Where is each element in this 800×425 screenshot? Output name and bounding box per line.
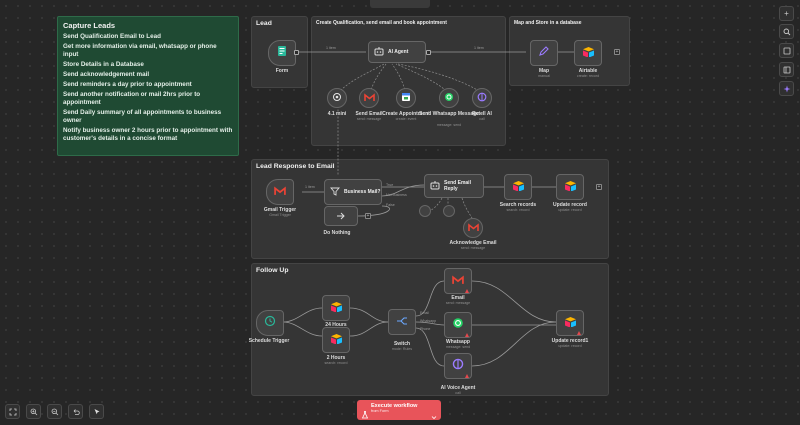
gmail-icon: [452, 272, 464, 290]
retell-icon: [477, 89, 487, 107]
update-record-node[interactable]: [556, 174, 584, 200]
warning-icon: [465, 289, 469, 293]
airtable-icon: [330, 299, 343, 317]
plus-icon[interactable]: +: [779, 6, 794, 21]
retell-icon: [452, 357, 464, 375]
gmail-trigger-node[interactable]: [266, 179, 294, 205]
edge-label: True: [386, 183, 394, 187]
business-mail-node[interactable]: Business Mail?: [324, 179, 382, 205]
airtable-node[interactable]: [574, 40, 602, 66]
zoom-out-icon[interactable]: [47, 404, 62, 419]
model-node[interactable]: [327, 88, 347, 108]
filter-icon: [330, 183, 340, 201]
send-whatsapp-sub: message: send: [436, 123, 462, 127]
retell-node[interactable]: [472, 88, 492, 108]
switch-icon: [396, 313, 408, 331]
calendar-icon: [401, 89, 411, 107]
pencil-icon: [538, 44, 550, 62]
2-hours-node[interactable]: [322, 327, 350, 353]
output-port[interactable]: [294, 50, 299, 55]
agent-tool-node[interactable]: [419, 205, 431, 217]
update-record-sub: update: record: [558, 208, 582, 212]
edge-label: Email: [420, 311, 429, 315]
robot-icon: [430, 177, 440, 195]
do-nothing-label: Do Nothing: [323, 230, 351, 236]
form-label: Form: [275, 68, 289, 74]
warning-icon: [465, 374, 469, 378]
airtable-icon: [330, 331, 343, 349]
create-appointment-node[interactable]: [396, 88, 416, 108]
robot-icon: [374, 43, 384, 61]
do-nothing-node[interactable]: [324, 206, 358, 226]
connections: [282, 51, 574, 367]
send-email-node[interactable]: [359, 88, 379, 108]
airtable-icon: [564, 178, 577, 196]
create-appointment-sub: create: event: [395, 117, 417, 121]
edge-label: 1 item: [305, 185, 315, 189]
ai-agent-label: AI Agent: [388, 49, 409, 55]
send-whatsapp-node[interactable]: [439, 88, 459, 108]
whatsapp-icon: [444, 89, 454, 107]
edge-label: 1 item: [474, 46, 484, 50]
update-record1-sub: update: record: [558, 344, 582, 348]
sticky-note-icon[interactable]: [779, 43, 794, 58]
acknowledge-email-sub: send: message: [460, 246, 486, 250]
airtable-sub: create: record: [576, 74, 600, 78]
add-node-plus[interactable]: +: [596, 184, 602, 190]
panel-icon[interactable]: [779, 62, 794, 77]
zoom-in-icon[interactable]: [26, 404, 41, 419]
2-hours-sub: search: record: [324, 361, 348, 365]
output-port[interactable]: [426, 50, 431, 55]
fit-view-icon[interactable]: [5, 404, 20, 419]
flask-icon: [361, 406, 369, 424]
schedule-trigger-node[interactable]: [256, 310, 284, 336]
whatsapp-icon: [452, 316, 464, 334]
pointer-icon[interactable]: [89, 404, 104, 419]
sparkle-icon[interactable]: [779, 81, 794, 96]
airtable-icon: [582, 44, 595, 62]
acknowledge-email-node[interactable]: [463, 218, 483, 238]
search-icon[interactable]: [779, 24, 794, 39]
send-email-reply-node[interactable]: Send Email Reply: [424, 174, 484, 198]
send-email-reply-label: Send Email Reply: [444, 180, 471, 192]
airtable-icon: [564, 314, 577, 332]
email-sub: send: message: [445, 301, 471, 305]
edge-label: False: [386, 203, 395, 207]
add-node-plus[interactable]: +: [365, 213, 371, 219]
openai-icon: [332, 89, 342, 107]
edge-label: Not business: [386, 193, 407, 197]
warning-icon: [465, 333, 469, 337]
whatsapp-sub: message: send: [445, 345, 471, 349]
business-mail-label: Business Mail?: [344, 189, 381, 195]
gmail-icon: [274, 183, 286, 201]
switch-node[interactable]: [388, 309, 416, 335]
edge-label: 1 item: [326, 46, 336, 50]
execute-workflow-button[interactable]: Execute workflow from Form: [357, 400, 441, 420]
form-icon: [276, 44, 288, 62]
gmail-icon: [363, 89, 375, 107]
clock-icon: [264, 314, 276, 332]
retell-sub: call: [479, 117, 485, 121]
gmail-icon: [467, 219, 479, 237]
map-node[interactable]: [530, 40, 558, 66]
edge-label: Phone: [420, 327, 431, 331]
ai-agent-node[interactable]: AI Agent: [368, 41, 426, 63]
form-node[interactable]: [268, 40, 296, 66]
airtable-icon: [512, 178, 525, 196]
24-hours-node[interactable]: [322, 295, 350, 321]
undo-icon[interactable]: [68, 404, 83, 419]
search-records-node[interactable]: [504, 174, 532, 200]
gmail-trigger-sub: Gmail Trigger: [269, 213, 291, 217]
chevron-down-icon[interactable]: [431, 407, 437, 425]
agent-tool-node[interactable]: [443, 205, 455, 217]
arrow-right-icon: [336, 207, 346, 225]
ai-voice-agent-sub: call: [455, 391, 461, 395]
add-node-plus[interactable]: +: [614, 49, 620, 55]
warning-icon: [577, 331, 581, 335]
schedule-trigger-label: Schedule Trigger: [248, 338, 290, 344]
edge-label: Whatsapp: [420, 319, 437, 323]
